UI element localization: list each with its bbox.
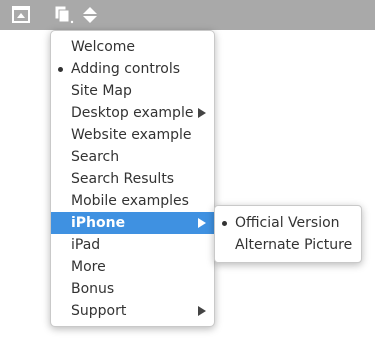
toolbar [0,0,375,30]
menu-item-label: Search Results [71,171,175,187]
menu-item-official-version[interactable]: Official Version [215,212,361,234]
menu-item-label: Search [71,149,120,165]
menu-item-label: Support [71,303,127,319]
menu-item-search-results[interactable]: Search Results [51,168,214,190]
menu-item-label: iPad [71,237,101,253]
menu-item-mobile-examples[interactable]: Mobile examples [51,190,214,212]
menu-item-site-map[interactable]: Site Map [51,80,214,102]
sort-arrows-icon[interactable] [82,6,98,24]
menu-item-label: iPhone [71,215,126,231]
menu-item-label: Alternate Picture [235,237,353,253]
menu-item-label: Mobile examples [71,193,189,209]
iphone-submenu: Official Version Alternate Picture [214,205,362,263]
menu-item-adding-controls[interactable]: Adding controls [51,58,214,80]
menu-item-more[interactable]: More [51,256,214,278]
menu-item-alternate-picture[interactable]: Alternate Picture [215,234,361,256]
menu-item-label: Welcome [71,39,136,55]
menu-item-website-example[interactable]: Website example [51,124,214,146]
menu-item-desktop-example[interactable]: Desktop example [51,102,214,124]
submenu-arrow-icon [198,218,206,228]
menu-item-label: Site Map [71,83,132,99]
menu-item-label: Website example [71,127,192,143]
menu-item-support[interactable]: Support [51,300,214,322]
window-icon[interactable] [12,6,30,23]
checked-bullet-icon [222,221,227,226]
copy-dropdown-icon[interactable] [55,6,75,24]
menu-item-ipad[interactable]: iPad [51,234,214,256]
submenu-arrow-icon [198,306,206,316]
menu-item-iphone[interactable]: iPhone [51,212,214,234]
menu-item-label: More [71,259,106,275]
menu-item-welcome[interactable]: Welcome [51,36,214,58]
menu-item-bonus[interactable]: Bonus [51,278,214,300]
menu-item-label: Official Version [235,215,340,231]
menu-item-search[interactable]: Search [51,146,214,168]
submenu-arrow-icon [198,108,206,118]
menu-item-label: Desktop example [71,105,194,121]
checked-bullet-icon [58,67,63,72]
menu-item-label: Bonus [71,281,115,297]
main-menu: Welcome Adding controls Site Map Desktop… [50,30,215,327]
menu-item-label: Adding controls [71,61,181,77]
